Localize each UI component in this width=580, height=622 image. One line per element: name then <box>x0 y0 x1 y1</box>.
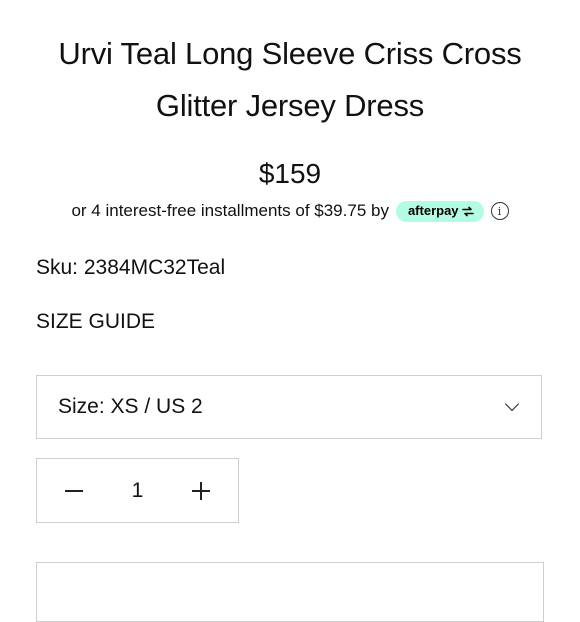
minus-icon <box>65 489 83 492</box>
quantity-stepper: 1 <box>36 458 239 523</box>
afterpay-badge[interactable]: afterpay <box>395 200 484 222</box>
plus-icon <box>192 481 210 500</box>
product-title: Urvi Teal Long Sleeve Criss Cross Glitte… <box>58 36 522 123</box>
afterpay-installments: or 4 interest-free installments of $39.7… <box>0 198 580 224</box>
product-sku: Sku: 2384MC32Teal <box>36 256 226 279</box>
afterpay-logo-text: afterpay <box>407 203 459 218</box>
installments-text: or 4 interest-free installments of $39.7… <box>71 201 389 220</box>
chevron-down-icon <box>504 396 520 412</box>
afterpay-arrows-icon <box>461 206 474 216</box>
size-guide-link[interactable]: SIZE GUIDE <box>36 308 155 336</box>
size-select-value: Size: XS / US 2 <box>58 395 203 418</box>
info-icon[interactable]: i <box>490 202 509 220</box>
quantity-value[interactable]: 1 <box>111 479 164 503</box>
product-price: $159 <box>258 158 322 189</box>
quantity-decrement-button[interactable] <box>37 459 111 522</box>
add-to-cart-button[interactable] <box>36 562 544 622</box>
quantity-increment-button[interactable] <box>164 459 238 522</box>
size-select[interactable]: Size: XS / US 2 <box>36 375 542 439</box>
